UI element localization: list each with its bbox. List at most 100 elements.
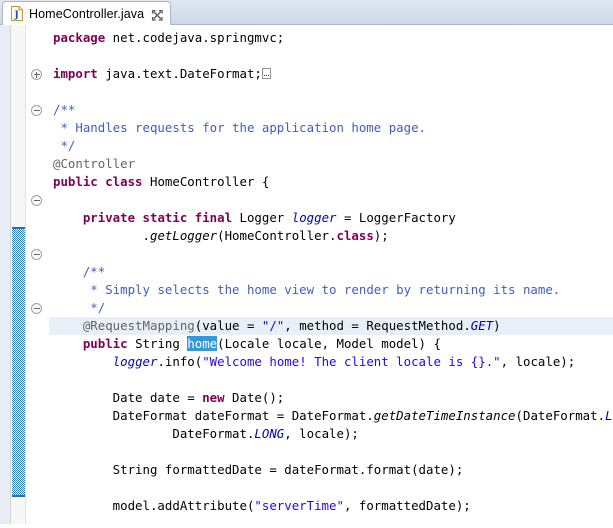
code-token: (value =	[194, 318, 262, 333]
selected-token: home	[187, 336, 218, 351]
code-line[interactable]	[49, 479, 613, 497]
code-line[interactable]: package net.codejava.springmvc;	[49, 29, 613, 47]
code-line[interactable]	[49, 515, 613, 528]
editor-tab-home-controller[interactable]: J HomeController.java	[2, 1, 172, 25]
editor-tab-label: HomeController.java	[29, 6, 145, 21]
code-token: , locale);	[284, 426, 359, 441]
code-token: /**	[82, 264, 106, 279]
code-token: Logger	[232, 210, 292, 225]
code-line[interactable]: */	[49, 299, 613, 317]
code-token: Date();	[224, 390, 285, 405]
code-line[interactable]: /**	[49, 101, 613, 119]
code-token: LONG	[254, 426, 285, 441]
code-token: */	[82, 300, 106, 315]
code-token: HomeController {	[142, 174, 270, 189]
code-token: DateFormat dateFormat = DateFormat.	[53, 408, 374, 423]
code-line[interactable]: public String home(Locale locale, Model …	[49, 335, 613, 353]
code-token: public class	[53, 174, 143, 189]
changed-lines-marker	[12, 227, 25, 497]
fold-collapse-icon[interactable]	[31, 195, 42, 206]
code-token: .info(	[157, 354, 203, 369]
code-line[interactable]: import java.text.DateFormat;	[49, 65, 613, 83]
code-line[interactable]: logger.info("Welcome home! The client lo…	[49, 353, 613, 371]
code-token: LONG	[605, 408, 613, 423]
code-content-area[interactable]: package net.codejava.springmvc; import j…	[49, 25, 613, 528]
code-line[interactable]: DateFormat dateFormat = DateFormat.getDa…	[49, 407, 613, 425]
code-token: "Welcome home! The client locale is {}."	[202, 354, 501, 369]
code-line[interactable]	[49, 371, 613, 389]
code-line[interactable]: * Handles requests for the application h…	[49, 119, 613, 137]
code-token: "serverTime"	[254, 498, 344, 513]
code-token: java.text.DateFormat;	[97, 66, 262, 81]
code-token: getLogger	[149, 228, 218, 243]
code-token: */	[53, 138, 76, 153]
fold-expand-icon[interactable]	[31, 69, 42, 80]
close-icon[interactable]	[151, 7, 164, 21]
code-token: , formattedDate);	[343, 498, 471, 513]
code-line[interactable]: Date date = new Date();	[49, 389, 613, 407]
svg-text:J: J	[13, 10, 19, 21]
code-token: model.addAttribute(	[53, 498, 255, 513]
code-line[interactable]	[49, 245, 613, 263]
code-token: "/"	[261, 318, 285, 333]
code-token: * Handles requests for the application h…	[53, 120, 426, 135]
code-line[interactable]: DateFormat.LONG, locale);	[49, 425, 613, 443]
code-line[interactable]: .getLogger(HomeController.class);	[49, 227, 613, 245]
editor-tab-bar: J HomeController.java	[0, 0, 613, 25]
annotation-ruler[interactable]	[0, 25, 11, 524]
code-token: @RequestMapping	[82, 318, 195, 333]
code-token: private static final	[82, 210, 233, 225]
code-token: Date date =	[53, 390, 203, 405]
eclipse-editor-window: J HomeController.java package net.codeja…	[0, 0, 613, 524]
code-token: , method = RequestMethod.	[284, 318, 471, 333]
code-token: = LoggerFactory	[336, 210, 456, 225]
code-token: new	[202, 390, 225, 405]
java-source-editor[interactable]: package net.codejava.springmvc; import j…	[0, 25, 613, 524]
code-line[interactable]: /**	[49, 263, 613, 281]
quick-diff-change-bar[interactable]	[11, 25, 26, 524]
annotation-ruler-strip	[0, 25, 10, 524]
code-line[interactable]	[49, 83, 613, 101]
code-token: (Locale locale, Model model) {	[217, 336, 441, 351]
code-line[interactable]: */	[49, 137, 613, 155]
fold-collapse-icon[interactable]	[31, 303, 42, 314]
code-token: @Controller	[53, 156, 136, 171]
java-file-icon: J	[10, 6, 24, 21]
code-token: public	[82, 336, 128, 351]
folding-gutter[interactable]	[26, 25, 49, 524]
code-line[interactable]: public class HomeController {	[49, 173, 613, 191]
code-token: (DateFormat.	[515, 408, 606, 423]
code-token: String	[127, 336, 188, 351]
code-line[interactable]	[49, 443, 613, 461]
code-line[interactable]: * Simply selects the home view to render…	[49, 281, 613, 299]
code-token: GET	[470, 318, 494, 333]
code-line[interactable]: private static final Logger logger = Log…	[49, 209, 613, 227]
code-line[interactable]	[49, 47, 613, 65]
code-token: import	[53, 66, 98, 81]
fold-collapse-icon[interactable]	[31, 105, 42, 116]
code-token: logger	[112, 354, 158, 369]
code-token: * Simply selects the home view to render…	[82, 282, 561, 297]
code-token: .	[53, 228, 150, 243]
code-line[interactable]: model.addAttribute("serverTime", formatt…	[49, 497, 613, 515]
code-token: logger	[291, 210, 337, 225]
code-token: (HomeController.	[217, 228, 337, 243]
code-line[interactable]	[49, 191, 613, 209]
fold-collapse-icon[interactable]	[31, 249, 42, 260]
code-line[interactable]: String formattedDate = dateFormat.format…	[49, 461, 613, 479]
code-token: )	[493, 318, 501, 333]
code-token: , locale);	[500, 354, 576, 369]
code-token: String formattedDate = dateFormat.format…	[53, 462, 464, 477]
code-line[interactable]: @RequestMapping(value = "/", method = Re…	[49, 317, 613, 335]
collapsed-imports-icon[interactable]	[261, 68, 271, 79]
code-line[interactable]: @Controller	[49, 155, 613, 173]
code-token: );	[373, 228, 389, 243]
code-token: class	[336, 228, 374, 243]
